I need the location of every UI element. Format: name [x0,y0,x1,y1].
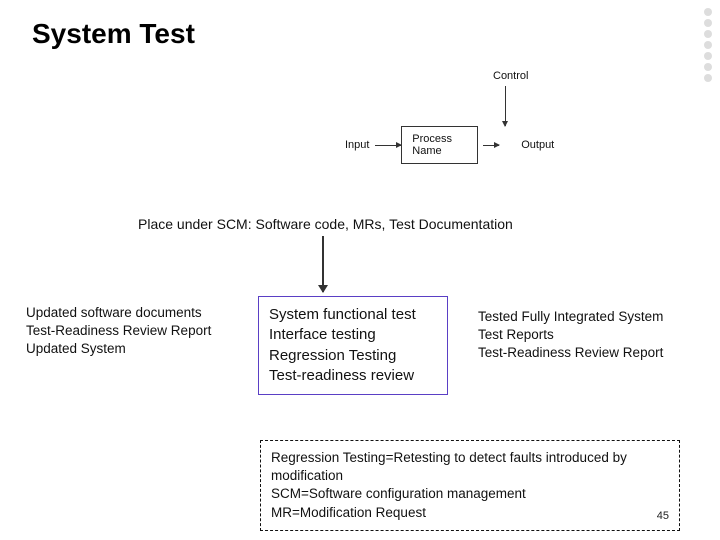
dot-icon [704,8,712,16]
dot-icon [704,63,712,71]
process-activity: Interface testing [269,325,437,345]
glossary-item: SCM=Software configuration management [271,485,669,503]
dot-icon [704,52,712,60]
input-item: Updated System [26,340,236,358]
glossary-box: Regression Testing=Retesting to detect f… [260,440,680,531]
dot-icon [704,41,712,49]
inputs-block: Updated software documents Test-Readines… [26,304,236,359]
legend-control-label: Control [493,70,528,82]
legend-process-box: Process Name [401,126,478,164]
page-title: System Test [32,18,195,50]
output-item: Test Reports [478,326,708,344]
dot-icon [704,19,712,27]
page-number: 45 [657,509,669,524]
input-item: Updated software documents [26,304,236,322]
slide-deco-dots [704,8,712,82]
outputs-block: Tested Fully Integrated System Test Repo… [478,308,708,363]
process-activity: Test-readiness review [269,366,437,386]
process-activity: System functional test [269,305,437,325]
control-text: Place under SCM: Software code, MRs, Tes… [138,216,513,232]
glossary-item: MR=Modification Request [271,504,669,522]
arrow-down-icon [505,86,506,126]
arrow-right-icon [483,145,500,146]
dot-icon [704,74,712,82]
input-item: Test-Readiness Review Report [26,322,236,340]
legend-output-label: Output [521,139,554,151]
output-item: Tested Fully Integrated System [478,308,708,326]
legend-input-label: Input [345,139,369,151]
process-activity: Regression Testing [269,346,437,366]
arrow-down-icon [322,236,324,292]
process-box: System functional test Interface testing… [258,296,448,395]
arrow-right-icon [375,145,401,146]
dot-icon [704,30,712,38]
output-item: Test-Readiness Review Report [478,344,708,362]
glossary-item: Regression Testing=Retesting to detect f… [271,449,669,485]
legend-row: Input Process Name Output [345,126,554,164]
